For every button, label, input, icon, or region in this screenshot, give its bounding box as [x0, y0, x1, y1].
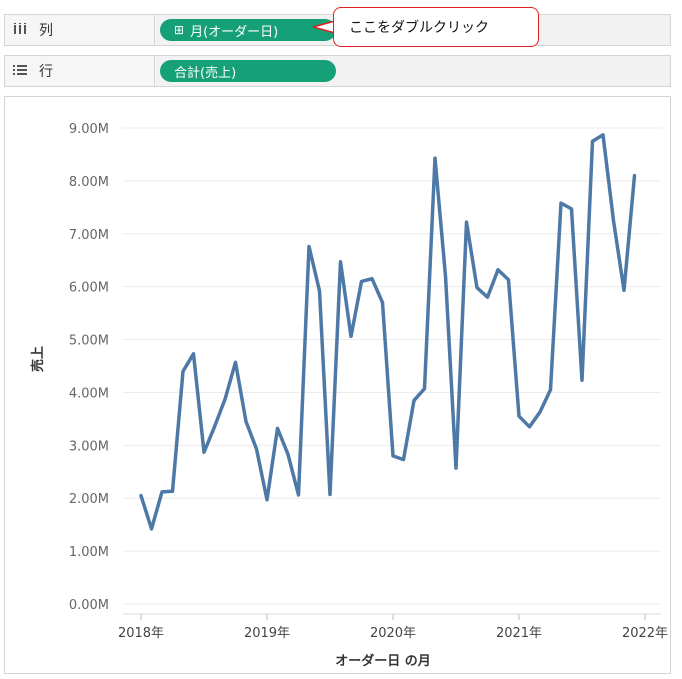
sum-sales-pill[interactable]: 合計(売上)	[160, 60, 336, 82]
sales-line-chart[interactable]: 0.00M 1.00M 2.00M 3.00M 4.00M 5.00M 6.00M 7.00M…	[5, 97, 672, 675]
y-tick-label: 4.00M	[69, 386, 109, 401]
columns-icon	[13, 22, 29, 38]
rows-icon	[13, 64, 29, 79]
columns-label-text: 列	[39, 23, 53, 39]
y-tick-label: 9.00M	[69, 122, 109, 137]
y-tick-label: 7.00M	[69, 228, 109, 243]
x-tick-label: 2022年	[622, 626, 668, 641]
rows-label-text: 行	[39, 64, 53, 80]
y-tick-label: 0.00M	[69, 598, 109, 613]
x-tick-label: 2020年	[370, 626, 416, 641]
x-axis-ticks: 2018年 2019年 2020年 2021年 2022年	[118, 614, 668, 641]
columns-shelf-label: 列	[5, 15, 155, 45]
x-tick-label: 2019年	[244, 626, 290, 641]
y-tick-label: 6.00M	[69, 281, 109, 296]
y-tick-label: 2.00M	[69, 492, 109, 507]
sales-series-line	[139, 133, 637, 531]
rows-shelf: 行 合計(売上)	[4, 55, 671, 87]
month-order-date-pill[interactable]: ⊞ 月(オーダー日)	[160, 19, 336, 41]
double-click-callout: ここをダブルクリック	[333, 7, 539, 47]
sum-sales-pill-label: 合計(売上)	[174, 65, 237, 81]
rows-shelf-label: 行	[5, 56, 155, 86]
callout-text: ここをダブルクリック	[349, 20, 489, 36]
expand-plus-icon[interactable]: ⊞	[174, 23, 184, 37]
y-tick-label: 8.00M	[69, 175, 109, 190]
month-order-date-pill-label: 月(オーダー日)	[190, 24, 279, 40]
y-tick-label: 5.00M	[69, 334, 109, 349]
chart-area: 0.00M 1.00M 2.00M 3.00M 4.00M 5.00M 6.00M 7.00M…	[4, 96, 671, 674]
y-tick-label: 3.00M	[69, 439, 109, 454]
x-tick-label: 2021年	[496, 626, 542, 641]
y-axis-label: 売上	[30, 346, 46, 372]
y-tick-label: 1.00M	[69, 545, 109, 560]
rows-drop-area[interactable]: 合計(売上)	[156, 56, 670, 86]
x-tick-label: 2018年	[118, 626, 164, 641]
y-axis-ticks: 0.00M 1.00M 2.00M 3.00M 4.00M 5.00M 6.00M 7.00M…	[69, 122, 109, 613]
x-axis-label: オーダー日 の月	[335, 653, 431, 669]
